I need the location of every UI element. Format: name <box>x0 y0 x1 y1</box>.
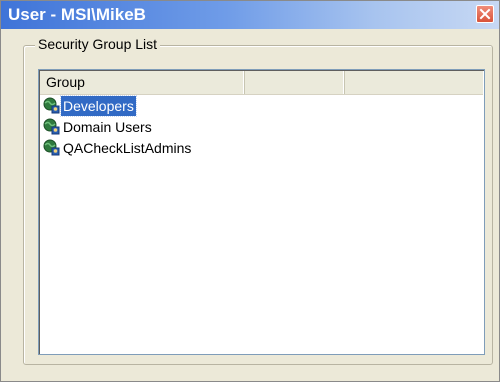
list-body: Developers Domain Users QACheckListAdmin… <box>40 95 483 159</box>
security-group-icon <box>43 97 61 115</box>
title-bar[interactable]: User - MSI\MikeB <box>1 1 499 29</box>
close-icon <box>479 8 491 20</box>
list-item-developers[interactable]: Developers <box>40 95 483 117</box>
groupbox-legend: Security Group List <box>35 35 161 53</box>
user-properties-window: User - MSI\MikeB Security Group List Gro… <box>0 0 500 382</box>
column-header-empty[interactable] <box>245 71 345 94</box>
security-group-icon <box>43 118 61 136</box>
list-item-domain-users[interactable]: Domain Users <box>40 117 483 137</box>
security-group-list[interactable]: Group Developers Domain Users QACheckLis… <box>38 69 485 355</box>
window-title: User - MSI\MikeB <box>8 5 146 24</box>
close-button[interactable] <box>476 5 494 23</box>
list-item-label: Domain Users <box>63 119 152 135</box>
column-header-group[interactable]: Group <box>40 71 245 94</box>
security-group-icon <box>43 139 61 157</box>
list-item-qachecklistadmins[interactable]: QACheckListAdmins <box>40 138 483 158</box>
list-item-label: Developers <box>60 95 137 117</box>
list-item-label: QACheckListAdmins <box>63 140 192 156</box>
list-header: Group <box>40 71 483 95</box>
